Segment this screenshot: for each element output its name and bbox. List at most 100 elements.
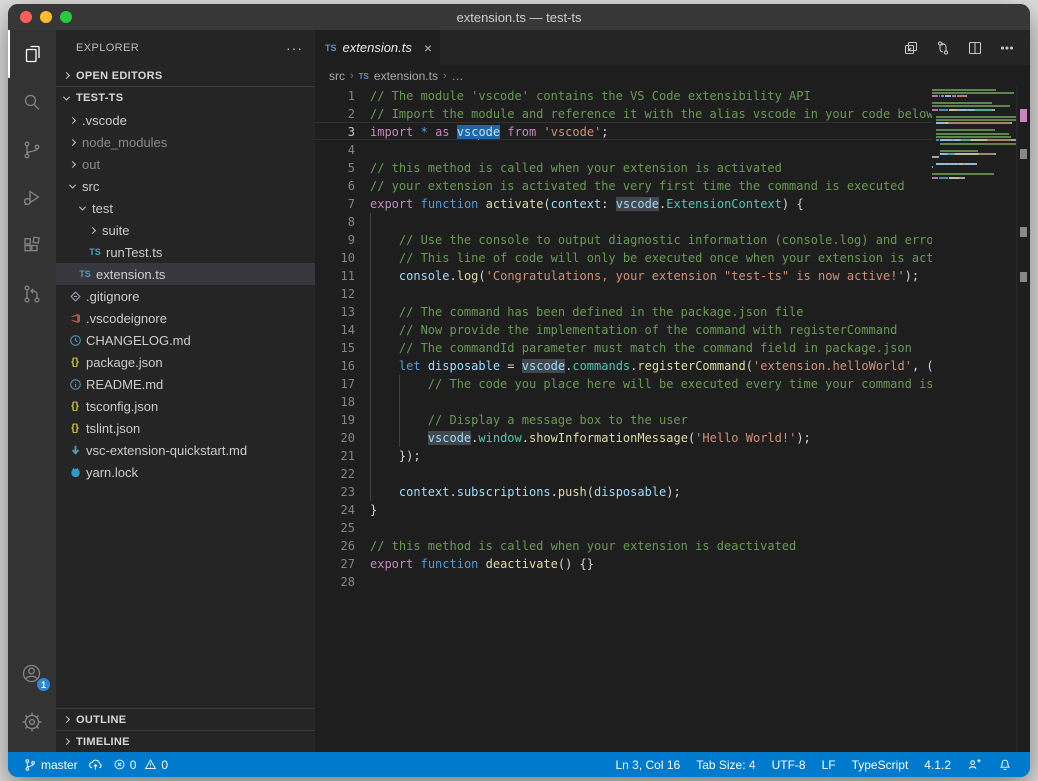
tree-item-CHANGELOG.md[interactable]: CHANGELOG.md — [56, 329, 315, 351]
code-line-21[interactable]: 21 }); — [315, 447, 932, 465]
compare-changes-icon[interactable] — [934, 39, 952, 57]
feedback-button[interactable] — [959, 757, 990, 772]
more-actions-icon[interactable] — [998, 39, 1016, 57]
line-number[interactable]: 17 — [315, 375, 355, 393]
line-number[interactable]: 21 — [315, 447, 355, 465]
code-line-2[interactable]: 2// Import the module and reference it w… — [315, 105, 932, 123]
open-changes-icon[interactable] — [902, 39, 920, 57]
tree-item-tsconfig.json[interactable]: {}tsconfig.json — [56, 395, 315, 417]
line-number[interactable]: 18 — [315, 393, 355, 411]
line-number[interactable]: 8 — [315, 213, 355, 231]
tree-item-runTest.ts[interactable]: TSrunTest.ts — [56, 241, 315, 263]
code-line-7[interactable]: 7export function activate(context: vscod… — [315, 195, 932, 213]
code-line-6[interactable]: 6// your extension is activated the very… — [315, 177, 932, 195]
line-number[interactable]: 15 — [315, 339, 355, 357]
tree-item-.gitignore[interactable]: .gitignore — [56, 285, 315, 307]
line-number[interactable]: 14 — [315, 321, 355, 339]
tree-item-vsc-extension-quickstart.md[interactable]: vsc-extension-quickstart.md — [56, 439, 315, 461]
line-number[interactable]: 25 — [315, 519, 355, 537]
breadcrumb-file[interactable]: extension.ts — [374, 69, 438, 83]
code-line-9[interactable]: 9 // Use the console to output diagnosti… — [315, 231, 932, 249]
tree-item-test[interactable]: test — [56, 197, 315, 219]
code-line-28[interactable]: 28 — [315, 573, 932, 591]
close-tab-icon[interactable]: × — [424, 40, 432, 56]
code-line-16[interactable]: 16 let disposable = vscode.commands.regi… — [315, 357, 932, 375]
tree-item-suite[interactable]: suite — [56, 219, 315, 241]
code-line-15[interactable]: 15 // The commandId parameter must match… — [315, 339, 932, 357]
code-line-27[interactable]: 27export function deactivate() {} — [315, 555, 932, 573]
tree-item-.vscodeignore[interactable]: .vscodeignore — [56, 307, 315, 329]
pull-requests-icon[interactable] — [8, 270, 56, 318]
line-number[interactable]: 26 — [315, 537, 355, 555]
code-line-25[interactable]: 25 — [315, 519, 932, 537]
code-line-19[interactable]: 19 // Display a message box to the user — [315, 411, 932, 429]
code-line-22[interactable]: 22 — [315, 465, 932, 483]
open-editors-section[interactable]: OPEN EDITORS — [56, 65, 315, 87]
code-line-12[interactable]: 12 — [315, 285, 932, 303]
split-editor-icon[interactable] — [966, 39, 984, 57]
code-line-5[interactable]: 5// this method is called when your exte… — [315, 159, 932, 177]
breadcrumb-folder[interactable]: src — [329, 69, 345, 83]
code-line-23[interactable]: 23 context.subscriptions.push(disposable… — [315, 483, 932, 501]
tree-item-extension.ts[interactable]: TSextension.ts — [56, 263, 315, 285]
git-branch-status[interactable]: master — [18, 752, 83, 777]
code-line-26[interactable]: 26// this method is called when your ext… — [315, 537, 932, 555]
line-number[interactable]: 16 — [315, 357, 355, 375]
line-number[interactable]: 9 — [315, 231, 355, 249]
tree-item-yarn.lock[interactable]: yarn.lock — [56, 461, 315, 483]
explorer-icon[interactable] — [8, 30, 56, 78]
line-number[interactable]: 1 — [315, 87, 355, 105]
code-line-4[interactable]: 4 — [315, 141, 932, 159]
cursor-position-status[interactable]: Ln 3, Col 16 — [607, 758, 688, 772]
line-number[interactable]: 6 — [315, 177, 355, 195]
code-line-14[interactable]: 14 // Now provide the implementation of … — [315, 321, 932, 339]
line-number[interactable]: 22 — [315, 465, 355, 483]
tree-item-out[interactable]: out — [56, 153, 315, 175]
line-number[interactable]: 12 — [315, 285, 355, 303]
tree-item-node_modules[interactable]: node_modules — [56, 131, 315, 153]
code-line-11[interactable]: 11 console.log('Congratulations, your ex… — [315, 267, 932, 285]
timeline-section[interactable]: TIMELINE — [56, 730, 315, 752]
line-number[interactable]: 5 — [315, 159, 355, 177]
typescript-version-status[interactable]: 4.1.2 — [916, 758, 959, 772]
code-line-17[interactable]: 17 // The code you place here will be ex… — [315, 375, 932, 393]
line-number[interactable]: 13 — [315, 303, 355, 321]
extensions-icon[interactable] — [8, 222, 56, 270]
workspace-root-section[interactable]: TEST-TS — [56, 87, 315, 109]
code-line-18[interactable]: 18 — [315, 393, 932, 411]
settings-gear-icon[interactable] — [8, 698, 56, 746]
line-number[interactable]: 28 — [315, 573, 355, 591]
line-number[interactable]: 20 — [315, 429, 355, 447]
line-number[interactable]: 4 — [315, 141, 355, 159]
publish-changes-button[interactable] — [83, 752, 108, 777]
tree-item-.vscode[interactable]: .vscode — [56, 109, 315, 131]
notifications-button[interactable] — [990, 758, 1020, 772]
problems-status[interactable]: 0 0 — [108, 752, 173, 777]
line-number[interactable]: 27 — [315, 555, 355, 573]
code-line-8[interactable]: 8 — [315, 213, 932, 231]
run-and-debug-icon[interactable] — [8, 174, 56, 222]
outline-section[interactable]: OUTLINE — [56, 708, 315, 730]
breadcrumb-symbol-more[interactable]: … — [452, 69, 464, 83]
line-number[interactable]: 24 — [315, 501, 355, 519]
code-line-20[interactable]: 20 vscode.window.showInformationMessage(… — [315, 429, 932, 447]
tab-extension-ts[interactable]: TS extension.ts × — [315, 30, 441, 65]
line-number[interactable]: 2 — [315, 105, 355, 123]
tree-item-package.json[interactable]: {}package.json — [56, 351, 315, 373]
minimap[interactable] — [932, 87, 1016, 752]
explorer-more-actions-icon[interactable]: ··· — [286, 40, 303, 56]
code-line-1[interactable]: 1// The module 'vscode' contains the VS … — [315, 87, 932, 105]
tree-item-src[interactable]: src — [56, 175, 315, 197]
indentation-status[interactable]: Tab Size: 4 — [688, 758, 763, 772]
code-line-13[interactable]: 13 // The command has been defined in th… — [315, 303, 932, 321]
tree-item-tslint.json[interactable]: {}tslint.json — [56, 417, 315, 439]
tree-item-README.md[interactable]: README.md — [56, 373, 315, 395]
line-number[interactable]: 10 — [315, 249, 355, 267]
accounts-icon[interactable]: 1 — [8, 650, 56, 698]
source-control-icon[interactable] — [8, 126, 56, 174]
encoding-status[interactable]: UTF-8 — [764, 758, 814, 772]
line-number[interactable]: 3 — [315, 123, 355, 141]
line-number[interactable]: 23 — [315, 483, 355, 501]
code-line-24[interactable]: 24} — [315, 501, 932, 519]
eol-status[interactable]: LF — [814, 758, 844, 772]
